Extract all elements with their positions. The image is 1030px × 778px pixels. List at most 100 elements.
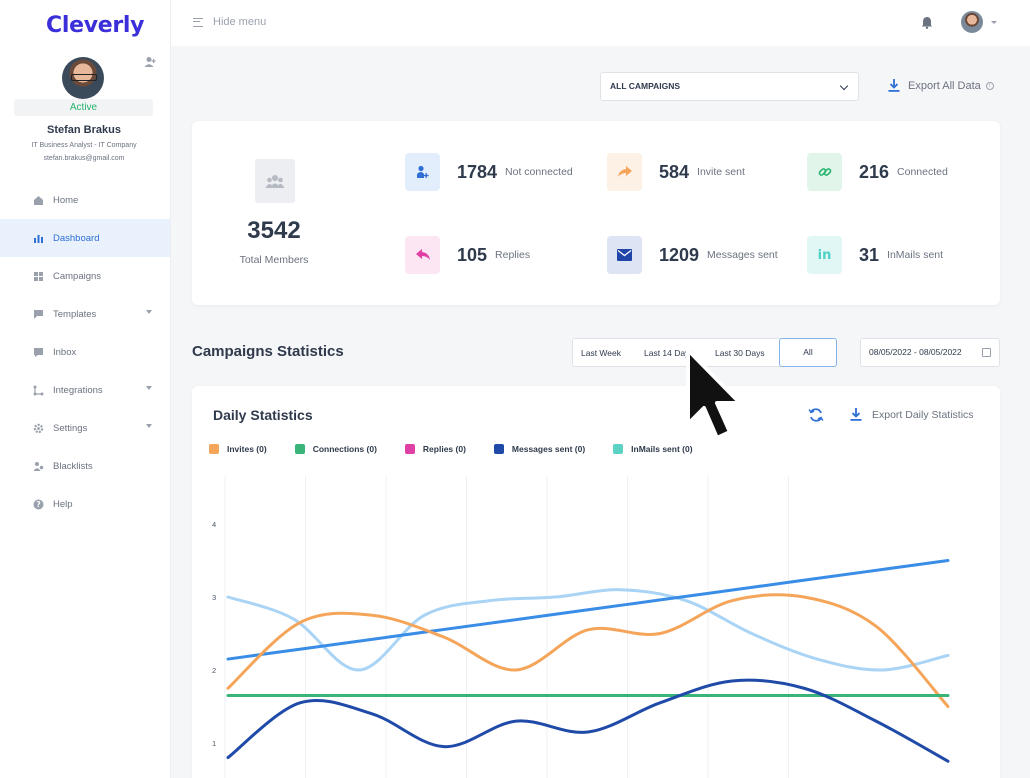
sidebar-item-settings[interactable]: Settings xyxy=(0,409,170,447)
stat-not-connected: 1784 Not connected xyxy=(405,153,573,191)
daily-statistics-card: 1 2 3 4 Daily Statistics Export Daily Stati… xyxy=(192,386,1000,778)
sidebar: Cleverly Active Stefan Brakus IT Busines… xyxy=(0,0,171,778)
chevron-down-icon xyxy=(839,81,849,91)
chevron-down-icon[interactable] xyxy=(991,21,997,24)
cleverly-logo[interactable]: Cleverly xyxy=(46,13,145,38)
legend-item[interactable]: Connections (0) xyxy=(294,444,377,454)
sidebar-item-label: Home xyxy=(53,194,79,206)
integrations-icon xyxy=(33,385,44,395)
stat-label: Not connected xyxy=(505,166,573,178)
legend-swatch xyxy=(493,444,504,454)
stat-value: 105 xyxy=(457,244,488,265)
y-tick-label: 3 xyxy=(212,593,216,602)
status-badge: Active xyxy=(14,99,153,116)
help-icon: ? xyxy=(33,499,44,509)
stat-value: 584 xyxy=(659,161,690,182)
chevron-down-icon xyxy=(146,386,152,390)
user-name: Stefan Brakus xyxy=(47,124,121,136)
legend-swatch xyxy=(404,444,415,454)
stats-card: 3542 Total Members 1784 Not connected 58… xyxy=(192,121,1000,305)
envelope-icon xyxy=(607,236,642,274)
stat-messages-sent: 1209 Messages sent xyxy=(607,236,778,274)
sidebar-item-label: Blacklists xyxy=(53,460,93,472)
stat-value: 31 xyxy=(859,244,880,265)
y-tick-label: 2 xyxy=(212,666,216,675)
bell-icon[interactable] xyxy=(921,16,933,29)
stat-label: Replies xyxy=(495,249,531,261)
legend-label: Invites (0) xyxy=(227,444,267,454)
range-all[interactable]: All xyxy=(779,338,837,367)
user-plus-icon xyxy=(405,153,440,191)
stat-connected: 216 Connected xyxy=(807,153,948,191)
hide-menu-button[interactable]: Hide menu xyxy=(193,16,266,28)
stat-label: Invite sent xyxy=(697,166,745,178)
sidebar-nav: Home Dashboard Campaigns Templates Inbox… xyxy=(0,181,170,523)
sidebar-item-help[interactable]: ? Help xyxy=(0,485,170,523)
user-menu-avatar[interactable] xyxy=(961,11,983,33)
legend-swatch xyxy=(209,444,219,454)
link-icon xyxy=(807,153,842,191)
total-members-icon xyxy=(255,159,295,203)
export-all-button[interactable]: Export All Data i xyxy=(888,79,994,92)
sidebar-item-label: Inbox xyxy=(53,346,77,358)
sidebar-item-label: Templates xyxy=(53,308,97,320)
bar-chart-icon xyxy=(34,234,43,243)
range-last-week[interactable]: Last Week xyxy=(581,348,621,358)
legend-label: Messages sent (0) xyxy=(511,444,586,454)
sidebar-item-campaigns[interactable]: Campaigns xyxy=(0,257,170,295)
total-members-value: 3542 xyxy=(247,217,301,244)
legend-swatch xyxy=(294,444,305,454)
share-arrow-icon xyxy=(607,153,642,191)
refresh-icon[interactable] xyxy=(808,407,824,423)
series-line xyxy=(226,678,950,763)
user-role: IT Business Analyst - IT Company xyxy=(31,142,137,149)
sidebar-item-integrations[interactable]: Integrations xyxy=(0,371,170,409)
legend-item[interactable]: Replies (0) xyxy=(404,444,466,454)
legend-item[interactable]: Messages sent (0) xyxy=(493,444,586,454)
switch-user-icon[interactable] xyxy=(144,56,156,68)
stat-value: 1209 xyxy=(659,244,700,265)
chevron-down-icon xyxy=(146,424,152,428)
hide-menu-label: Hide menu xyxy=(213,16,267,28)
chevron-down-icon xyxy=(146,310,152,314)
total-members-label: Total Members xyxy=(239,254,309,266)
gear-icon xyxy=(33,423,44,433)
sidebar-item-inbox[interactable]: Inbox xyxy=(0,333,170,371)
sidebar-item-blacklists[interactable]: Blacklists xyxy=(0,447,170,485)
sidebar-item-dashboard[interactable]: Dashboard xyxy=(0,219,170,257)
chart-legend: Invites (0) Connections (0) Replies (0) Mes… xyxy=(209,444,721,454)
sidebar-item-home[interactable]: Home xyxy=(0,181,170,219)
stat-value: 216 xyxy=(859,161,890,182)
inbox-icon xyxy=(34,347,43,357)
y-tick-label: 1 xyxy=(212,739,216,748)
info-icon[interactable]: i xyxy=(985,81,994,90)
export-daily-label: Export Daily Statistics xyxy=(872,408,974,421)
stat-label: Connected xyxy=(897,166,948,178)
series-line xyxy=(226,559,950,661)
profile-avatar[interactable] xyxy=(62,57,104,99)
legend-label: Replies (0) xyxy=(422,444,466,454)
legend-item[interactable]: InMails sent (0) xyxy=(613,444,693,454)
sidebar-item-templates[interactable]: Templates xyxy=(0,295,170,333)
daily-statistics-title: Daily Statistics xyxy=(213,407,313,423)
legend-item[interactable]: Invites (0) xyxy=(209,444,267,454)
topbar: Hide menu xyxy=(171,0,1030,46)
stat-inmails-sent: in 31 InMails sent xyxy=(807,236,943,274)
stat-value: 1784 xyxy=(457,161,498,182)
campaign-select-value: ALL CAMPAIGNS xyxy=(610,81,681,91)
stat-replies: 105 Replies xyxy=(405,236,530,274)
export-all-label: Export All Data xyxy=(908,79,981,92)
sidebar-item-label: Settings xyxy=(53,422,88,434)
sidebar-item-label: Help xyxy=(53,498,73,510)
users-icon xyxy=(33,461,44,471)
svg-text:?: ? xyxy=(36,500,40,509)
y-tick-label: 4 xyxy=(212,520,216,529)
legend-swatch xyxy=(613,444,624,454)
download-icon xyxy=(888,79,900,92)
campaign-select[interactable]: ALL CAMPAIGNS xyxy=(600,72,859,101)
export-daily-button[interactable]: Export Daily Statistics xyxy=(850,408,974,421)
date-range-picker[interactable]: 08/05/2022 - 08/05/2022 xyxy=(860,338,1000,367)
grid-icon xyxy=(34,271,43,281)
stat-label: InMails sent xyxy=(887,249,944,261)
calendar-icon xyxy=(982,348,991,357)
